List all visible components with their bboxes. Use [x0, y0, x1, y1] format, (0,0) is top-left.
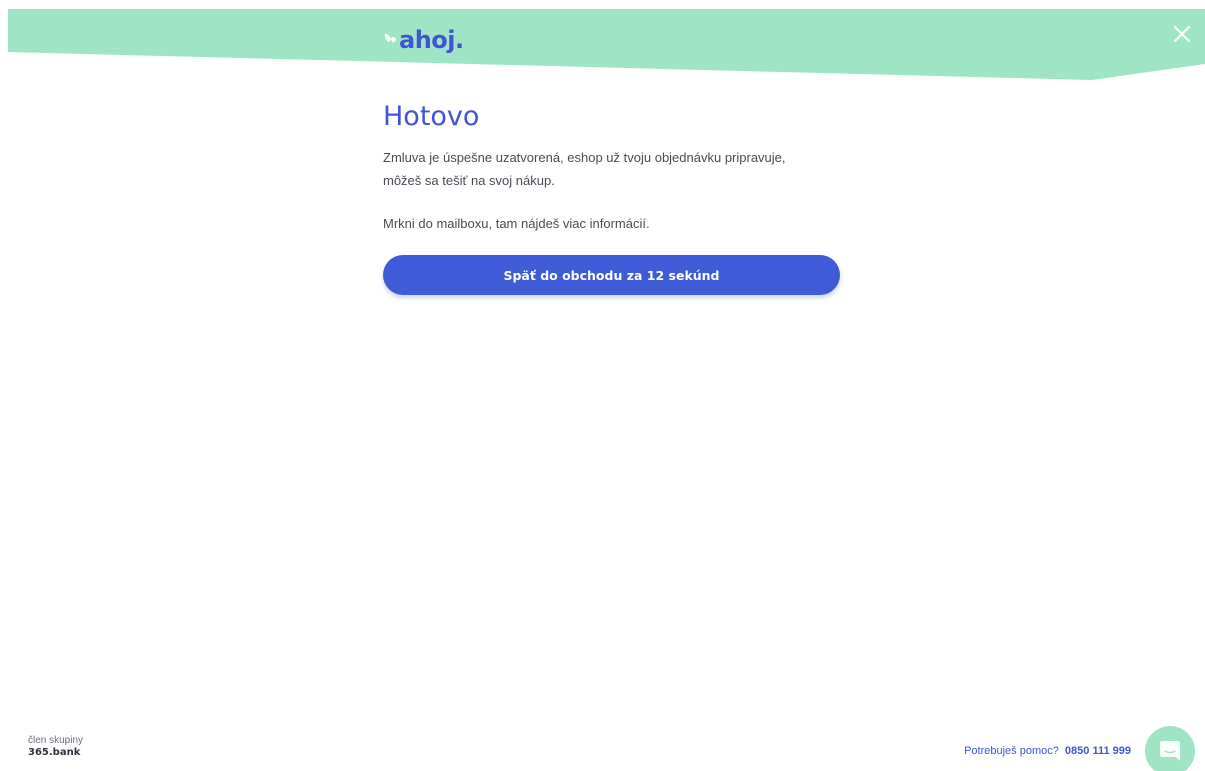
member-label: člen skupiny: [28, 735, 84, 746]
page-title: Hotovo: [383, 101, 480, 132]
close-icon: [1174, 26, 1190, 42]
page: ahoj. Hotovo Zmluva je úspešne uzatvoren…: [0, 0, 1205, 771]
help-contact: Potrebuješ pomoc? 0850 111 999: [964, 745, 1131, 757]
header-band: [0, 0, 1205, 82]
logo-text: ahoj.: [399, 26, 464, 54]
help-phone-link[interactable]: 0850 111 999: [1065, 745, 1131, 757]
success-message-line-1: Zmluva je úspešne uzatvorená, eshop už t…: [383, 150, 786, 165]
help-label: Potrebuješ pomoc?: [964, 745, 1059, 757]
group-member-info: člen skupiny 365.bank: [28, 735, 83, 759]
chat-icon: [1160, 741, 1180, 761]
back-to-shop-button[interactable]: Späť do obchodu za 12 sekúnd: [383, 255, 840, 295]
close-button[interactable]: [1172, 24, 1192, 44]
member-brand: 365.bank: [28, 747, 81, 758]
logo-mark-icon: [382, 32, 398, 54]
chat-button[interactable]: [1145, 726, 1195, 771]
success-message: Zmluva je úspešne uzatvorená, eshop už t…: [383, 146, 843, 192]
logo[interactable]: ahoj.: [382, 14, 464, 54]
mailbox-message: Mrkni do mailboxu, tam nájdeš viac infor…: [383, 216, 650, 231]
main-content: Hotovo Zmluva je úspešne uzatvorená, esh…: [383, 100, 843, 295]
success-message-line-2: môžeš sa tešiť na svoj nákup.: [383, 173, 555, 188]
